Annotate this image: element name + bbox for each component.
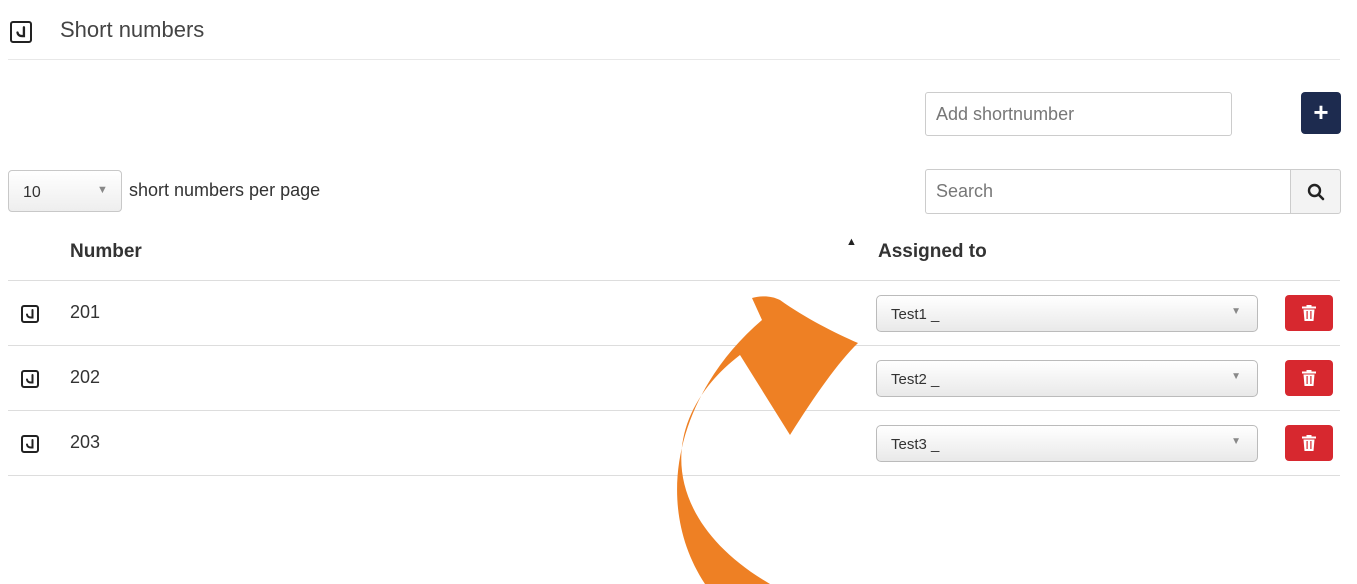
phone-icon <box>10 21 32 43</box>
phone-icon <box>21 435 39 453</box>
caret-down-icon: ▼ <box>1231 371 1241 382</box>
search-input[interactable] <box>925 169 1291 214</box>
search-icon <box>1307 183 1325 201</box>
row-divider <box>8 475 1340 476</box>
table-row: 202 Test2 _ ▼ <box>0 346 1357 411</box>
caret-down-icon: ▼ <box>1231 436 1241 447</box>
column-header-number[interactable]: Number <box>70 241 142 263</box>
add-shortnumber-input[interactable] <box>925 92 1232 136</box>
assigned-to-value: Test3 _ <box>891 436 940 453</box>
assigned-to-select[interactable]: Test3 _ ▼ <box>876 425 1258 462</box>
page-header: Short numbers <box>0 0 1357 60</box>
assigned-to-value: Test2 _ <box>891 371 940 388</box>
short-number: 202 <box>70 367 101 387</box>
delete-button[interactable] <box>1285 360 1333 396</box>
column-header-assigned-to[interactable]: Assigned to <box>878 241 987 263</box>
short-number: 203 <box>70 432 101 452</box>
per-page-value: 10 <box>23 184 41 201</box>
caret-down-icon: ▼ <box>1231 306 1241 317</box>
delete-button[interactable] <box>1285 425 1333 461</box>
add-shortnumber-button[interactable]: + <box>1301 92 1341 134</box>
header-divider <box>8 59 1340 60</box>
assigned-to-value: Test1 _ <box>891 306 940 323</box>
trash-icon <box>1302 435 1316 451</box>
search-button[interactable] <box>1290 169 1341 214</box>
trash-icon <box>1302 305 1316 321</box>
page-title: Short numbers <box>60 17 205 42</box>
per-page-select[interactable]: 10 ▼ <box>8 170 122 212</box>
short-number: 201 <box>70 302 101 322</box>
sort-ascending-icon[interactable]: ▲ <box>846 236 857 248</box>
trash-icon <box>1302 370 1316 386</box>
caret-down-icon: ▼ <box>97 184 108 196</box>
per-page-label: short numbers per page <box>129 180 321 200</box>
assigned-to-select[interactable]: Test2 _ ▼ <box>876 360 1258 397</box>
table-row: 203 Test3 _ ▼ <box>0 411 1357 476</box>
table-row: 201 Test1 _ ▼ <box>0 281 1357 346</box>
phone-icon <box>21 370 39 388</box>
phone-icon <box>21 305 39 323</box>
assigned-to-select[interactable]: Test1 _ ▼ <box>876 295 1258 332</box>
delete-button[interactable] <box>1285 295 1333 331</box>
